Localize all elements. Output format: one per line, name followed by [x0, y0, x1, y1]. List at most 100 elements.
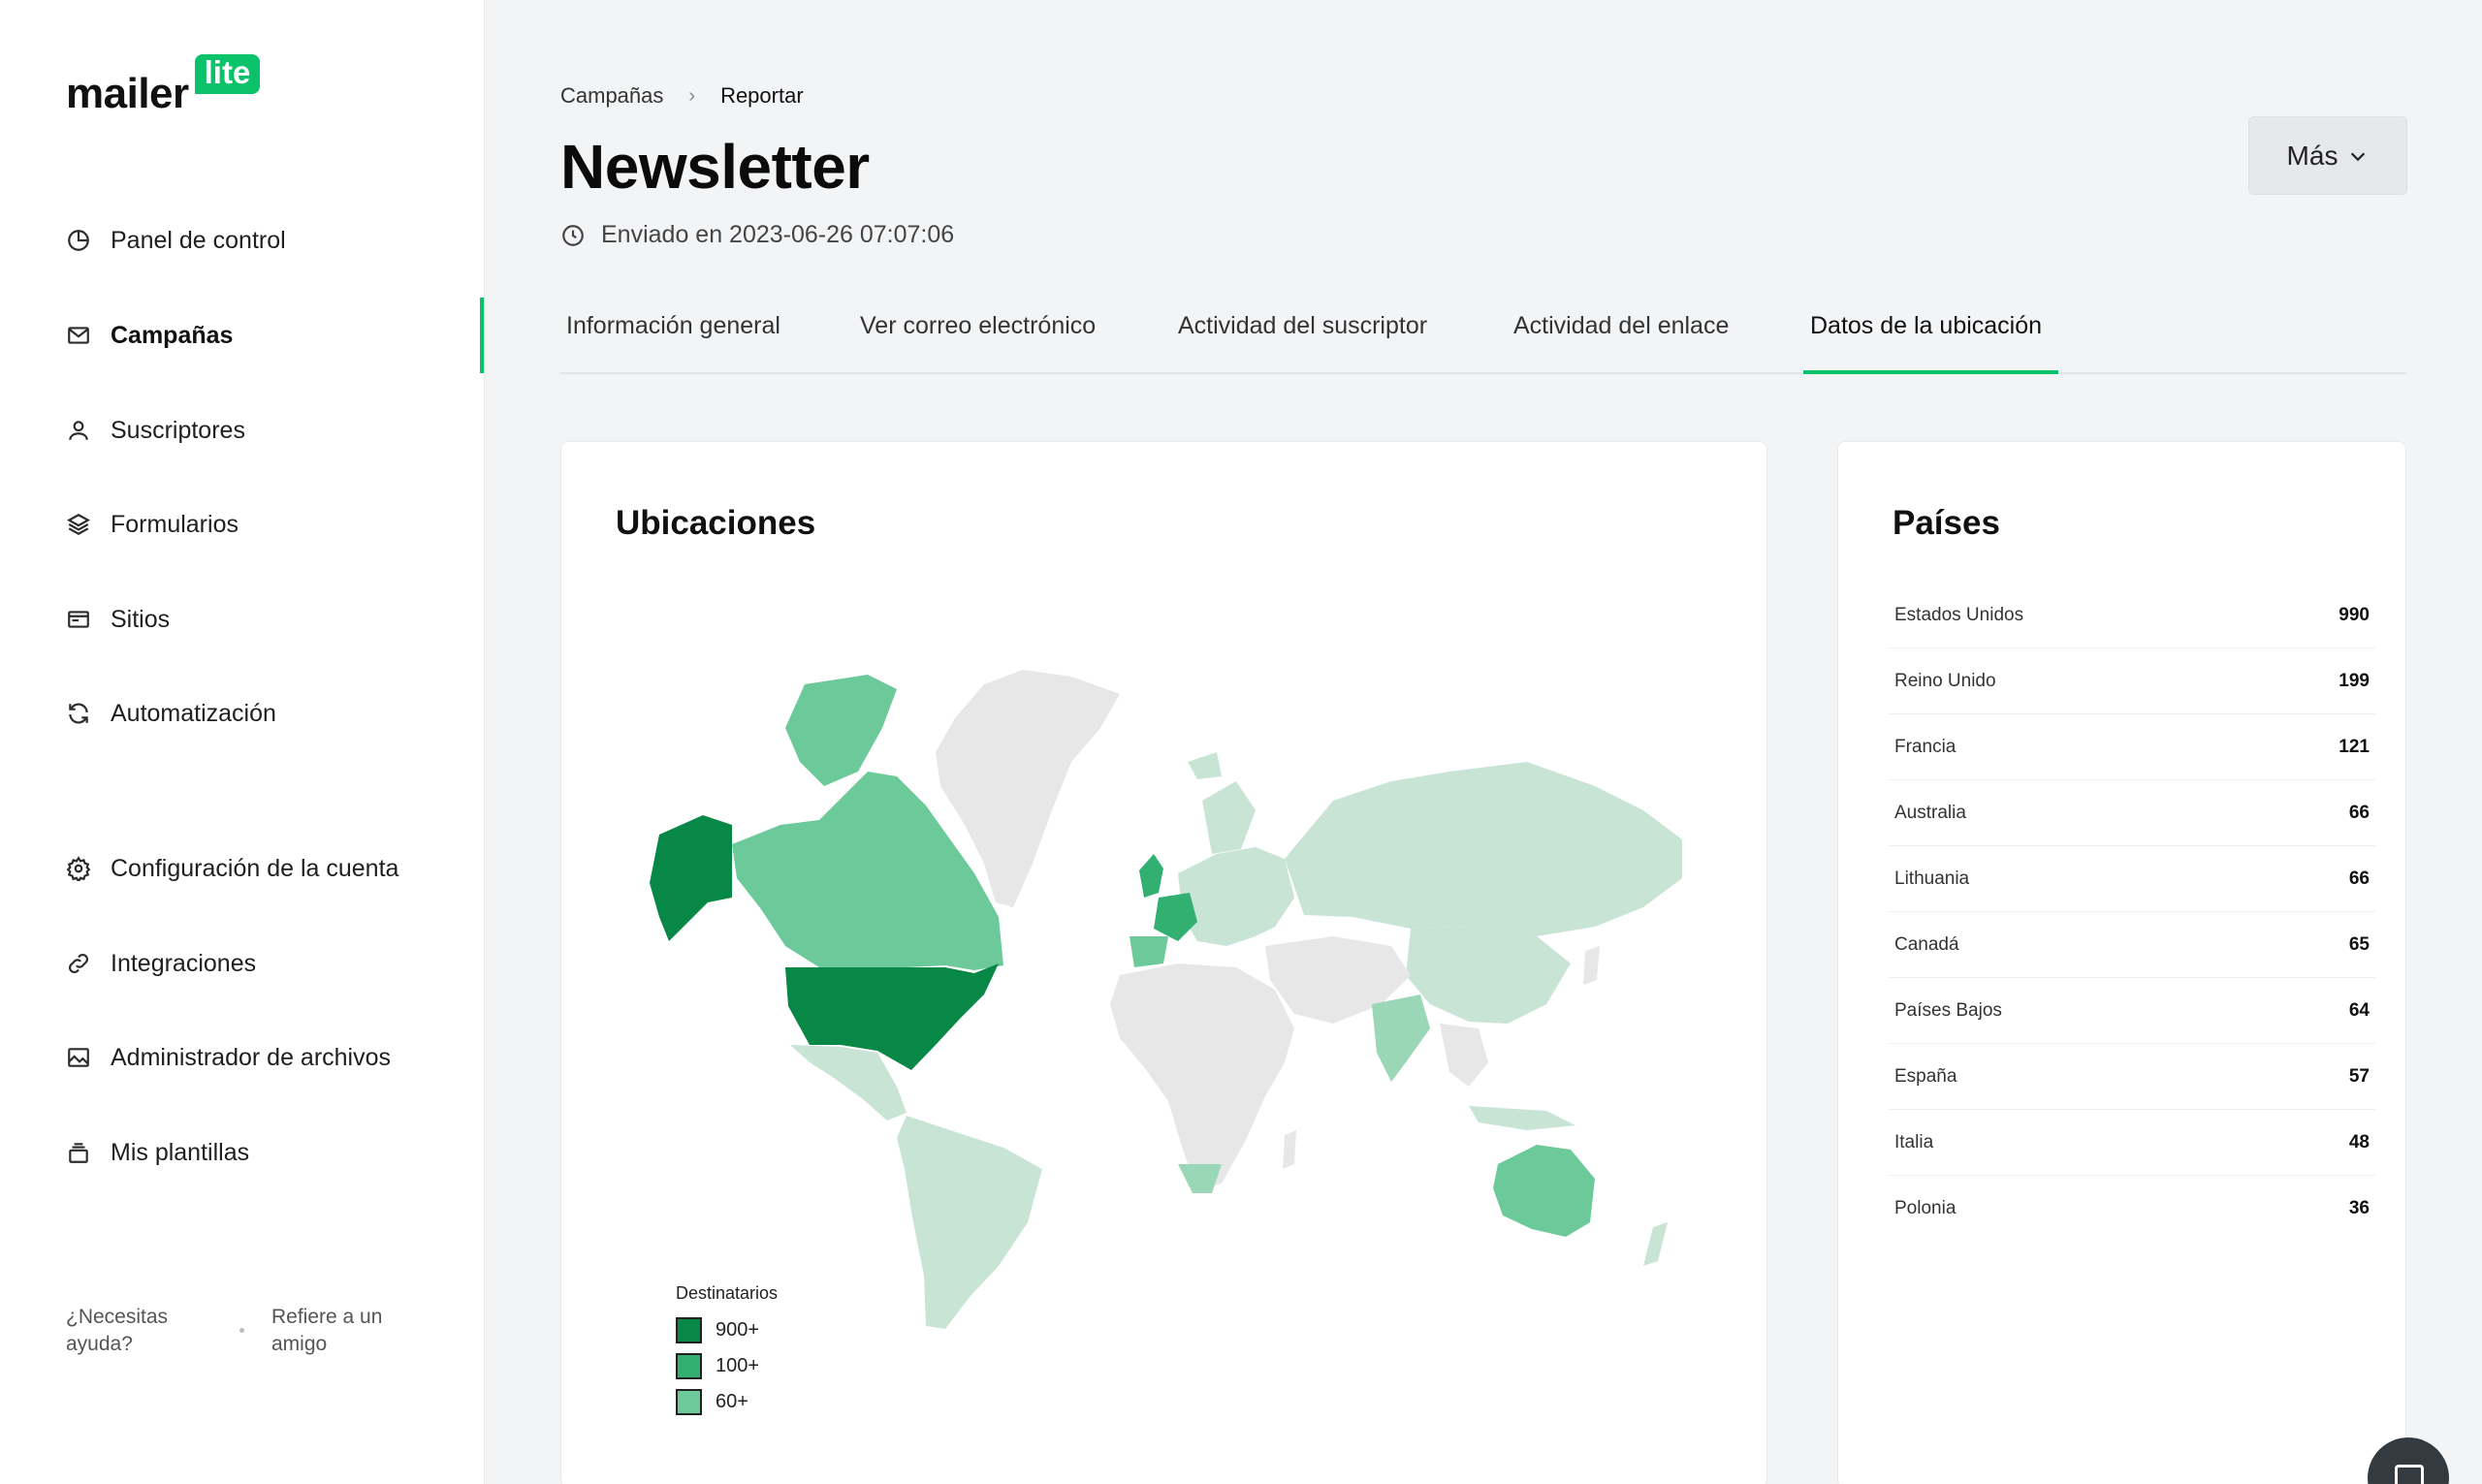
countries-title: Países	[1893, 504, 2000, 542]
more-button-label: Más	[2286, 140, 2339, 171]
legend-item: 900+	[676, 1317, 778, 1343]
country-count: 990	[2339, 604, 2370, 625]
country-count: 48	[2348, 1131, 2370, 1152]
map-india[interactable]	[1372, 995, 1430, 1082]
sidebar-item-dashboard[interactable]: Panel de control	[64, 216, 481, 265]
chevron-down-icon	[2351, 151, 2366, 161]
map-south-america[interactable]	[897, 1116, 1042, 1329]
list-item: Australia 66	[1889, 780, 2375, 846]
tab-subscriber-activity[interactable]: Actividad del suscriptor	[1178, 312, 1427, 372]
page-title: Newsletter	[560, 132, 870, 202]
list-item: Italia 48	[1889, 1110, 2375, 1176]
sidebar-item-file-manager[interactable]: Administrador de archivos	[64, 1033, 481, 1082]
user-icon	[64, 416, 93, 445]
country-name: Estados Unidos	[1894, 604, 2024, 625]
tab-link-activity[interactable]: Actividad del enlace	[1513, 312, 1729, 372]
logo-text: mailer	[66, 70, 189, 117]
sidebar-item-label: Configuración de la cuenta	[111, 854, 399, 882]
sidebar-item-my-templates[interactable]: Mis plantillas	[64, 1128, 481, 1177]
link-icon	[64, 949, 93, 978]
template-stack-icon	[64, 1138, 93, 1167]
map-africa[interactable]	[1110, 963, 1294, 1190]
map-russia[interactable]	[1285, 762, 1682, 936]
sidebar-item-label: Panel de control	[111, 226, 286, 254]
country-name: Canadá	[1894, 933, 1959, 955]
sent-date: Enviado en 2023-06-26 07:07:06	[601, 221, 955, 248]
sidebar-item-subscribers[interactable]: Suscriptores	[64, 406, 481, 455]
legend-title: Destinatarios	[676, 1283, 779, 1303]
active-tab-underline	[1803, 370, 2058, 374]
country-name: Francia	[1894, 736, 1957, 757]
legend-swatch	[676, 1317, 702, 1343]
map-scandinavia[interactable]	[1202, 781, 1256, 854]
mailerlite-logo[interactable]: mailer lite	[66, 54, 261, 117]
map-new-zealand[interactable]	[1643, 1222, 1668, 1266]
sidebar: mailer lite Panel de control Campañas Su…	[0, 0, 485, 1484]
map-spain[interactable]	[1130, 936, 1168, 967]
country-name: Lithuania	[1894, 868, 1970, 889]
locations-card: Ubicaciones Destinatarios 900+ 100+ 60+	[560, 441, 1767, 1484]
legend-label: 900+	[716, 1319, 760, 1341]
sidebar-item-label: Integraciones	[111, 949, 257, 977]
sidebar-item-sites[interactable]: Sitios	[64, 595, 481, 644]
tab-view-email[interactable]: Ver correo electrónico	[860, 312, 1096, 372]
map-france[interactable]	[1154, 893, 1197, 941]
country-count: 66	[2348, 868, 2370, 889]
help-link[interactable]: ¿Necesitas ayuda?	[66, 1304, 231, 1358]
envelope-icon	[64, 321, 93, 350]
map-australia[interactable]	[1493, 1145, 1595, 1237]
countries-card: Países Estados Unidos 990 Reino Unido 199 …	[1837, 441, 2406, 1484]
breadcrumb-campaigns[interactable]: Campañas	[560, 83, 663, 109]
sidebar-item-label: Mis plantillas	[111, 1138, 250, 1166]
clock-icon	[562, 224, 584, 246]
tab-location-data[interactable]: Datos de la ubicación	[1810, 312, 2042, 372]
country-list: Estados Unidos 990 Reino Unido 199 Francia…	[1889, 583, 2375, 1242]
country-count: 199	[2339, 670, 2370, 691]
map-china[interactable]	[1406, 927, 1571, 1024]
sidebar-item-campaigns[interactable]: Campañas	[64, 311, 481, 360]
logo-badge: lite	[194, 54, 261, 94]
legend-swatch	[676, 1389, 702, 1415]
sidebar-item-label: Formularios	[111, 510, 239, 538]
refer-friend-link[interactable]: Refiere a un amigo	[271, 1304, 427, 1358]
map-europe[interactable]	[1178, 847, 1294, 946]
map-uk[interactable]	[1139, 854, 1163, 898]
sidebar-item-label: Suscriptores	[111, 416, 245, 444]
map-japan[interactable]	[1583, 946, 1600, 985]
sidebar-item-automation[interactable]: Automatización	[64, 689, 481, 738]
map-madagascar[interactable]	[1283, 1130, 1296, 1169]
country-count: 57	[2348, 1065, 2370, 1087]
legend-swatch	[676, 1353, 702, 1379]
breadcrumb: Campañas › Reportar	[560, 83, 804, 109]
map-south-africa[interactable]	[1178, 1164, 1222, 1193]
locations-title: Ubicaciones	[616, 504, 816, 542]
chevron-right-icon: ›	[688, 84, 696, 107]
refresh-icon	[64, 699, 93, 728]
list-item: España 57	[1889, 1044, 2375, 1110]
gear-icon	[64, 854, 93, 883]
country-count: 64	[2348, 999, 2370, 1021]
list-item: Francia 121	[1889, 714, 2375, 780]
country-name: Australia	[1894, 802, 1966, 823]
legend-label: 60+	[716, 1391, 748, 1412]
sidebar-item-forms[interactable]: Formularios	[64, 500, 481, 549]
active-indicator	[480, 298, 484, 373]
country-name: España	[1894, 1065, 1957, 1087]
map-canada-islands[interactable]	[785, 675, 897, 786]
map-alaska[interactable]	[650, 815, 732, 941]
map-southeast-asia[interactable]	[1440, 1024, 1488, 1087]
world-map[interactable]	[616, 655, 1697, 1334]
more-button[interactable]: Más	[2248, 116, 2407, 195]
sidebar-item-integrations[interactable]: Integraciones	[64, 939, 481, 988]
map-iceland[interactable]	[1188, 752, 1222, 779]
list-item: Países Bajos 64	[1889, 978, 2375, 1044]
chat-icon	[2395, 1465, 2424, 1484]
image-icon	[64, 1043, 93, 1072]
country-count: 121	[2339, 736, 2370, 757]
map-indonesia[interactable]	[1469, 1106, 1575, 1130]
country-name: Italia	[1894, 1131, 1934, 1152]
tab-overview[interactable]: Información general	[566, 312, 780, 372]
legend-label: 100+	[716, 1355, 760, 1376]
browser-window-icon	[64, 605, 93, 634]
sidebar-item-account-settings[interactable]: Configuración de la cuenta	[64, 844, 481, 893]
